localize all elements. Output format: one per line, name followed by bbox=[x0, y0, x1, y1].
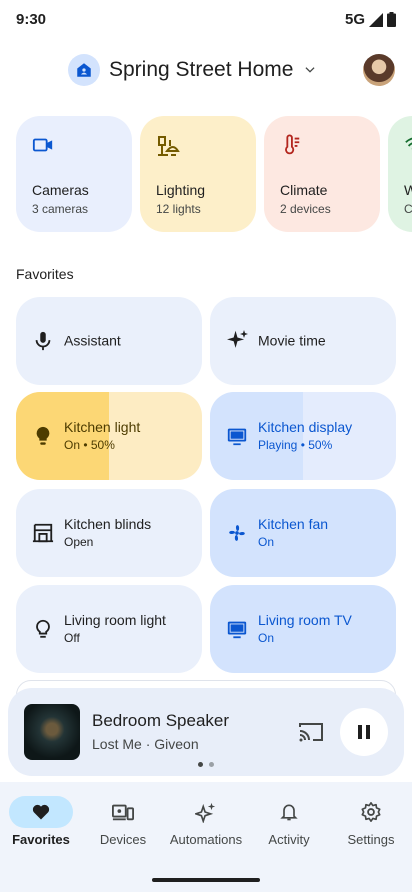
media-player[interactable]: Bedroom Speaker Lost Me · Giveon bbox=[8, 688, 404, 776]
tile-status: Off bbox=[64, 631, 80, 645]
home-switcher[interactable]: Spring Street Home bbox=[68, 54, 317, 86]
tile-title: Living room light bbox=[64, 612, 166, 628]
page-indicator bbox=[198, 762, 214, 767]
wifi-icon bbox=[404, 134, 412, 161]
gesture-bar bbox=[152, 878, 260, 882]
status-bar: 9:30 5G bbox=[0, 0, 412, 40]
blinds-icon bbox=[32, 522, 54, 544]
category-climate[interactable]: Climate 2 devices bbox=[264, 116, 380, 232]
bell-icon bbox=[257, 796, 321, 828]
status-indicators: 5G bbox=[345, 11, 396, 28]
tile-title: Kitchen display bbox=[258, 419, 353, 435]
devices-icon bbox=[91, 796, 155, 828]
tile-title: Kitchen blinds bbox=[64, 516, 152, 532]
category-wifi[interactable]: W C bbox=[388, 116, 412, 232]
category-subtitle: 2 devices bbox=[280, 202, 331, 216]
video-camera-icon bbox=[32, 134, 54, 161]
nav-label: Devices bbox=[99, 832, 147, 847]
tile-kitchen-fan[interactable]: Kitchen fan On bbox=[210, 489, 396, 577]
tile-title: Kitchen fan bbox=[258, 516, 329, 532]
tile-title: Living room TV bbox=[258, 612, 352, 628]
tile-status: On • 50% bbox=[64, 438, 115, 452]
favorites-heading: Favorites bbox=[16, 266, 74, 282]
nav-activity[interactable]: Activity bbox=[248, 796, 330, 847]
tile-movie-time[interactable]: Movie time bbox=[210, 297, 396, 385]
nav-label: Favorites bbox=[12, 832, 70, 847]
player-track: Lost Me · Giveon bbox=[92, 736, 199, 752]
category-title: Climate bbox=[280, 182, 328, 198]
display-icon bbox=[226, 425, 248, 447]
fan-icon bbox=[226, 522, 248, 544]
category-cameras[interactable]: Cameras 3 cameras bbox=[16, 116, 132, 232]
home-icon bbox=[68, 54, 100, 86]
signal-icon bbox=[369, 12, 383, 27]
bulb-outline-icon bbox=[32, 617, 54, 641]
network-type: 5G bbox=[344, 11, 365, 28]
nav-devices[interactable]: Devices bbox=[82, 796, 164, 847]
tile-living-room-light[interactable]: Living room light Off bbox=[16, 585, 202, 673]
category-subtitle: C bbox=[404, 202, 412, 216]
heart-icon bbox=[9, 796, 73, 828]
pause-button[interactable] bbox=[340, 708, 388, 756]
pause-icon bbox=[358, 725, 370, 739]
cast-icon[interactable] bbox=[298, 720, 324, 744]
status-time: 9:30 bbox=[16, 11, 47, 28]
category-title: Cameras bbox=[32, 182, 89, 198]
category-title: W bbox=[404, 182, 412, 198]
home-name: Spring Street Home bbox=[109, 58, 294, 81]
tile-title: Assistant bbox=[64, 332, 121, 349]
lamp-icon bbox=[156, 134, 180, 163]
tile-assistant[interactable]: Assistant bbox=[16, 297, 202, 385]
category-subtitle: 3 cameras bbox=[32, 202, 89, 216]
tv-icon bbox=[226, 618, 248, 640]
microphone-icon bbox=[32, 330, 54, 352]
nav-settings[interactable]: Settings bbox=[330, 796, 412, 847]
battery-icon bbox=[387, 12, 396, 27]
tile-status: Open bbox=[64, 535, 94, 549]
nav-automations[interactable]: Automations bbox=[165, 796, 247, 847]
tile-kitchen-display[interactable]: Kitchen display Playing • 50% bbox=[210, 392, 396, 480]
player-device-name: Bedroom Speaker bbox=[92, 711, 230, 730]
automations-icon bbox=[174, 796, 238, 828]
tile-living-room-tv[interactable]: Living room TV On bbox=[210, 585, 396, 673]
album-art bbox=[24, 704, 80, 760]
tile-kitchen-blinds[interactable]: Kitchen blinds Open bbox=[16, 489, 202, 577]
bulb-icon bbox=[32, 424, 54, 448]
page-dot-active bbox=[198, 762, 203, 767]
tile-title: Kitchen light bbox=[64, 419, 141, 435]
category-title: Lighting bbox=[156, 182, 206, 198]
category-row: Cameras 3 cameras Lighting 12 lights Cli… bbox=[16, 116, 412, 232]
nav-favorites[interactable]: Favorites bbox=[0, 796, 82, 847]
thermometer-icon bbox=[280, 134, 302, 161]
tile-status: On bbox=[258, 631, 275, 645]
tile-kitchen-light[interactable]: Kitchen light On • 50% bbox=[16, 392, 202, 480]
tile-status: Playing • 50% bbox=[258, 438, 333, 452]
tile-title: Movie time bbox=[258, 332, 326, 349]
page-dot bbox=[209, 762, 214, 767]
nav-label: Automations bbox=[169, 832, 243, 847]
chevron-down-icon bbox=[303, 63, 317, 77]
bottom-navigation: Favorites Devices Automations Activity S… bbox=[0, 782, 412, 892]
gear-icon bbox=[339, 796, 403, 828]
avatar[interactable] bbox=[363, 54, 395, 86]
category-lighting[interactable]: Lighting 12 lights bbox=[140, 116, 256, 232]
sparkle-icon bbox=[226, 329, 250, 353]
nav-label: Settings bbox=[347, 832, 395, 847]
tile-status: On bbox=[258, 535, 275, 549]
category-subtitle: 12 lights bbox=[156, 202, 201, 216]
nav-label: Activity bbox=[268, 832, 310, 847]
app-header: Spring Street Home bbox=[0, 46, 412, 94]
